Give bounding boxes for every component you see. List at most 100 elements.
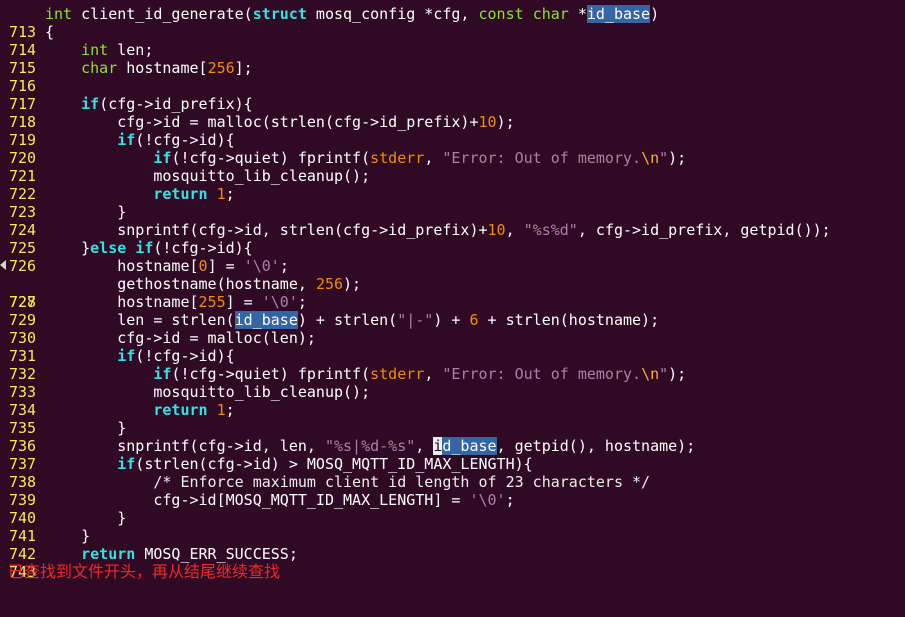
code-editor[interactable]: 713 int client_id_generate(struct mosq_c… [0, 5, 905, 581]
code-line: 726 }else if(!cfg->id){ [0, 239, 905, 275]
code-text[interactable]: snprintf(cfg->id, strlen(cfg->id_prefix)… [45, 221, 830, 239]
code-text[interactable]: if(!cfg->quiet) fprintf(stderr, "Error: … [45, 365, 686, 383]
code-text[interactable]: int client_id_generate(struct mosq_confi… [45, 5, 659, 23]
code-line: 719 cfg->id = malloc(strlen(cfg->id_pref… [0, 113, 905, 149]
code-line: 716 char hostname[256]; [0, 59, 905, 95]
code-token: mosquitto_lib_cleanup(); [45, 383, 371, 401]
code-text[interactable]: } [45, 527, 90, 545]
code-line: 729 hostname[255] = '\0'; [0, 293, 905, 329]
code-token: } [45, 527, 91, 545]
code-token: 1 [216, 185, 226, 203]
code-text[interactable]: if(cfg->id_prefix){ [45, 95, 253, 113]
code-text[interactable]: if(!cfg->id){ [45, 131, 235, 149]
code-line: 739 /* Enforce maximum client id length … [0, 473, 905, 509]
code-text[interactable]: /* Enforce maximum client id length of 2… [45, 473, 650, 491]
code-token: hostname[ [117, 59, 208, 77]
code-token: ); [496, 113, 515, 131]
code-token: gethostname(hostname, [45, 275, 316, 293]
code-token: if [117, 347, 136, 365]
code-token: "%s|%d-%s" [324, 437, 416, 455]
code-line: 734 mosquitto_lib_cleanup(); [0, 383, 905, 419]
code-token: " [659, 365, 669, 383]
code-line: 728 gethostname(hostname, 256); [0, 275, 905, 311]
code-text[interactable]: } [45, 203, 126, 221]
code-line: 742 } [0, 527, 905, 563]
code-text[interactable]: hostname[255] = '\0'; [45, 293, 307, 311]
code-text[interactable]: return MOSQ_ERR_SUCCESS; [45, 545, 298, 563]
code-text[interactable]: { [45, 23, 54, 41]
code-text[interactable]: return 1; [45, 185, 235, 203]
code-line: 740 cfg->id[MOSQ_MQTT_ID_MAX_LENGTH] = '… [0, 491, 905, 527]
code-token: int [45, 5, 73, 23]
code-text[interactable]: } [45, 509, 126, 527]
code-text[interactable]: len = strlen(id_base) + strlen("|-") + 6… [45, 311, 659, 329]
code-text[interactable]: gethostname(hostname, 256); [45, 275, 361, 293]
code-token: (!cfg->quiet) fprintf( [171, 149, 371, 167]
code-token: 256 [207, 59, 235, 77]
code-text[interactable]: hostname[0] = '\0'; [45, 257, 289, 275]
code-text[interactable]: } [45, 419, 126, 437]
code-text[interactable]: cfg->id = malloc(strlen(cfg->id_prefix)+… [45, 113, 515, 131]
code-token: ; [297, 293, 307, 311]
code-token: , getpid(), hostname); [496, 437, 696, 455]
code-line: 731 cfg->id = malloc(len); [0, 329, 905, 365]
code-line: 722 mosquitto_lib_cleanup(); [0, 167, 905, 203]
code-token: ; [279, 257, 289, 275]
code-token: "|-" [397, 311, 434, 329]
code-token: if [135, 239, 154, 257]
code-text[interactable]: if(!cfg->id){ [45, 347, 234, 365]
code-text[interactable]: if(strlen(cfg->id) > MOSQ_MQTT_ID_MAX_LE… [45, 455, 532, 473]
code-token: int [81, 41, 109, 59]
code-token: } [45, 419, 127, 437]
code-token: if [153, 149, 172, 167]
code-text[interactable]: int len; [45, 41, 153, 59]
code-token: } [45, 239, 91, 257]
code-token: ); [668, 149, 687, 167]
code-token: ); [668, 365, 687, 383]
code-token: else [90, 239, 127, 257]
code-line: 715 int len; [0, 41, 905, 77]
code-token: '\0' [243, 257, 280, 275]
code-line: 718 if(cfg->id_prefix){ [0, 95, 905, 131]
code-token: \n [641, 149, 660, 167]
code-token: 0 [198, 257, 208, 275]
code-text[interactable]: snprintf(cfg->id, len, "%s|%d-%s", id_ba… [45, 437, 695, 455]
code-token: ; [225, 185, 235, 203]
code-token: 1 [216, 401, 226, 419]
code-token: cfg->id = malloc(len); [45, 329, 316, 347]
status-message: 已查找到文件开头，再从结尾继续查找 [8, 562, 281, 581]
code-line: 727 hostname[0] = '\0'; [0, 257, 905, 311]
code-token: \n [641, 365, 660, 383]
code-text[interactable]: }else if(!cfg->id){ [45, 239, 253, 257]
code-line: 720 if(!cfg->id){ [0, 131, 905, 167]
code-line: 732 if(!cfg->id){ [0, 347, 905, 383]
code-text[interactable]: cfg->id = malloc(len); [45, 329, 316, 347]
code-text[interactable]: mosquitto_lib_cleanup(); [45, 383, 370, 401]
code-token: if [117, 131, 136, 149]
code-token: "Error: Out of memory. [442, 365, 642, 383]
code-text[interactable]: return 1; [45, 401, 234, 419]
code-text[interactable]: if(!cfg->quiet) fprintf(stderr, "Error: … [45, 149, 686, 167]
code-token: char [81, 59, 118, 77]
code-token: mosq_config *cfg, [306, 5, 479, 23]
code-line: 735 return 1; [0, 401, 905, 437]
code-token: 10 [478, 113, 497, 131]
code-line: 725 snprintf(cfg->id, strlen(cfg->id_pre… [0, 221, 905, 257]
code-comment: /* Enforce maximum client id length of 2… [45, 473, 651, 491]
code-token: (!cfg->id){ [135, 131, 235, 149]
code-text[interactable]: cfg->id[MOSQ_MQTT_ID_MAX_LENGTH] = '\0'; [45, 491, 514, 509]
code-token: hostname[ [45, 293, 199, 311]
code-token: * [568, 5, 587, 23]
code-line: 741 } [0, 509, 905, 545]
code-text[interactable]: char hostname[256]; [45, 59, 253, 77]
code-text[interactable]: mosquitto_lib_cleanup(); [45, 167, 370, 185]
fold-marker-icon[interactable] [0, 260, 6, 270]
